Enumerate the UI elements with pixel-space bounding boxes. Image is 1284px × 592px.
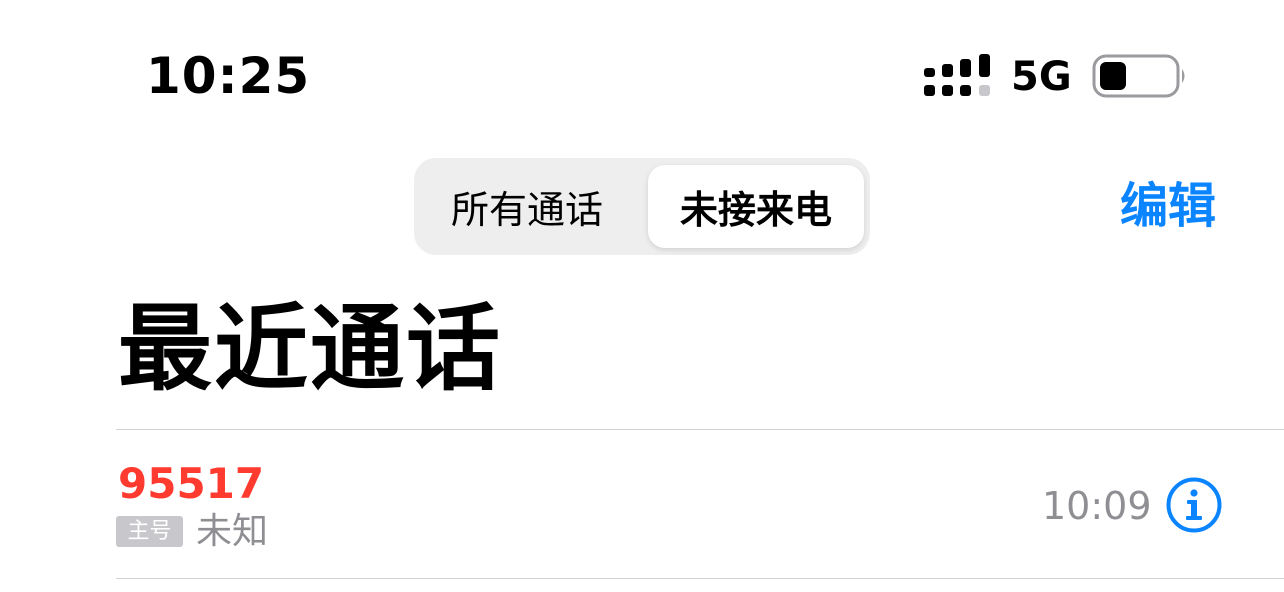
signal-bars-icon	[924, 54, 990, 96]
battery-icon	[1092, 54, 1185, 98]
network-type: 5G	[1011, 54, 1072, 100]
caller-number: 95517	[118, 459, 265, 508]
segment-missed-calls[interactable]: 未接来电	[648, 165, 864, 248]
status-time: 10:25	[146, 47, 311, 105]
call-row[interactable]: 95517 主号 未知 10:09	[116, 430, 1284, 578]
edit-button[interactable]: 编辑	[1120, 176, 1216, 236]
calls-filter-segmented-control: 所有通话 未接来电	[414, 158, 870, 255]
call-time: 10:09	[1042, 484, 1152, 528]
call-type-label: 未知	[196, 511, 269, 552]
recents-screen: 10:25 5G 所有通话 未接来电 编辑 最近通话 95517 主号 未知 1…	[0, 0, 1284, 592]
line-badge: 主号	[116, 516, 183, 547]
segment-all-calls[interactable]: 所有通话	[414, 158, 640, 255]
list-divider	[116, 578, 1284, 579]
page-title: 最近通话	[118, 295, 503, 404]
info-icon[interactable]	[1166, 477, 1222, 533]
